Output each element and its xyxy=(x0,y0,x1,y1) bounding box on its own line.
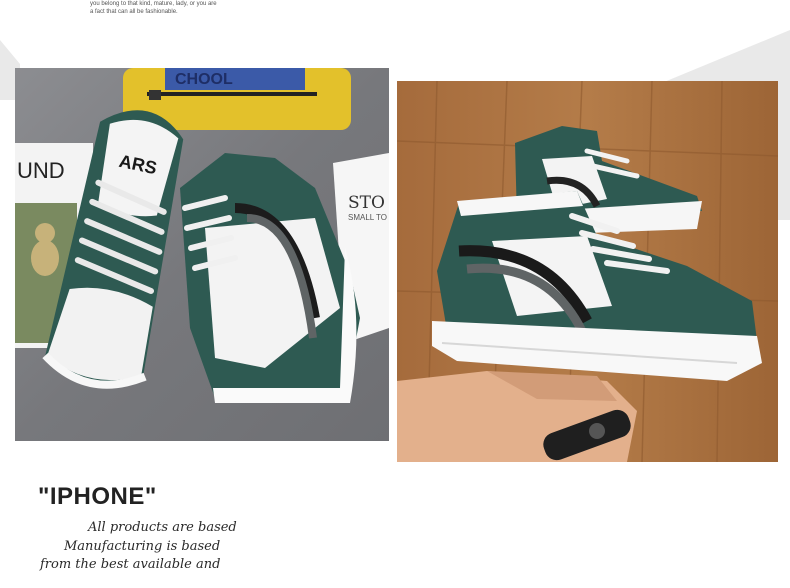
script-line-3: from the best available and xyxy=(40,557,221,572)
model-heading: "IPHONE" xyxy=(38,483,157,510)
card-right-text: STO xyxy=(348,193,385,213)
card-right-subtext: SMALL TO xyxy=(348,213,387,222)
backpack-text: CHOOL xyxy=(175,71,233,88)
held-shoe-illustration xyxy=(397,81,778,462)
product-photo-flatlay: CHOOL UND STO SMALL TO ARS xyxy=(15,68,389,441)
product-photo-held xyxy=(397,81,778,462)
top-caption: you belong to that kind, mature, lady, o… xyxy=(90,0,217,16)
hand xyxy=(397,371,637,462)
card-left-text: UND xyxy=(17,158,65,183)
script-line-1: All products are based xyxy=(88,520,237,535)
flatlay-illustration: CHOOL UND STO SMALL TO ARS xyxy=(15,68,389,441)
script-line-2: Manufacturing is based xyxy=(64,539,221,554)
top-caption-line-1: you belong to that kind, mature, lady, o… xyxy=(90,1,217,7)
top-caption-line-2: a fact that can all be fashionable. xyxy=(90,9,178,15)
